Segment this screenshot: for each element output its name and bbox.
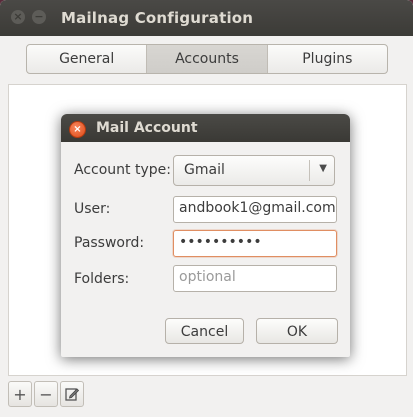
folders-field[interactable]: optional <box>173 265 337 292</box>
add-account-button[interactable]: + <box>8 381 32 407</box>
chevron-down-icon: ▼ <box>319 163 327 174</box>
mail-account-dialog: × Mail Account Account type: Gmail ▼ Use… <box>61 114 350 357</box>
main-titlebar[interactable]: × − Mailnag Configuration <box>0 0 413 36</box>
folders-label: Folders: <box>74 271 130 287</box>
dialog-close-icon[interactable]: × <box>69 121 86 138</box>
window-title: Mailnag Configuration <box>61 9 254 27</box>
tab-bar: General Accounts Plugins <box>26 44 388 74</box>
password-field[interactable]: •••••••••• <box>173 230 337 257</box>
user-label: User: <box>74 201 111 217</box>
edit-account-button[interactable] <box>60 381 84 407</box>
tab-plugins[interactable]: Plugins <box>268 45 387 73</box>
edit-icon <box>65 388 80 401</box>
ok-button[interactable]: OK <box>256 318 338 344</box>
remove-account-button[interactable]: − <box>34 381 58 407</box>
combo-divider <box>309 160 310 181</box>
accounts-toolbar: + − <box>8 381 405 409</box>
account-type-value: Gmail <box>184 162 225 178</box>
tab-general[interactable]: General <box>27 45 148 73</box>
account-type-label: Account type: <box>74 162 171 178</box>
window-close-icon[interactable]: × <box>11 10 25 24</box>
add-icon: + <box>13 384 27 404</box>
window-minimize-icon[interactable]: − <box>32 10 46 24</box>
user-field[interactable]: andbook1@gmail.com <box>173 196 337 223</box>
cancel-button[interactable]: Cancel <box>165 318 244 344</box>
dialog-title: Mail Account <box>96 120 198 136</box>
password-label: Password: <box>74 235 145 251</box>
dialog-titlebar[interactable]: × Mail Account <box>61 114 350 142</box>
remove-icon: − <box>39 384 53 404</box>
tab-accounts[interactable]: Accounts <box>147 45 268 73</box>
account-type-select[interactable]: Gmail ▼ <box>173 155 335 186</box>
